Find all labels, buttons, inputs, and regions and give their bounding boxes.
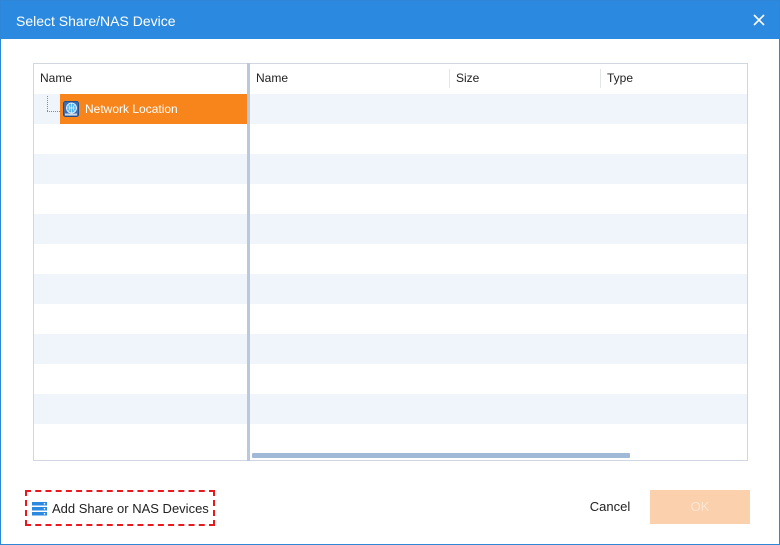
column-header-name[interactable]: Name: [250, 64, 449, 93]
title-bar: Select Share/NAS Device: [1, 1, 779, 39]
add-share-nas-button[interactable]: Add Share or NAS Devices: [25, 490, 215, 526]
column-header-size[interactable]: Size: [450, 64, 600, 93]
list-row: [250, 424, 747, 454]
tree-row: [34, 274, 248, 304]
list-row: [250, 214, 747, 244]
list-row: [250, 304, 747, 334]
tree-row: [34, 214, 248, 244]
list-row: [250, 394, 747, 424]
list-row: [250, 94, 747, 124]
tree-row: [34, 394, 248, 424]
network-globe-icon: [63, 101, 79, 117]
tree-row: [34, 244, 248, 274]
horizontal-scrollbar[interactable]: [250, 452, 747, 460]
share-list-panel: Name Size Type: [250, 63, 748, 461]
select-share-nas-dialog: Select Share/NAS Device Name Network Loc…: [0, 0, 780, 545]
tree-row: [34, 424, 248, 454]
list-row: [250, 124, 747, 154]
tree-connector-line: [47, 96, 48, 111]
list-row: [250, 334, 747, 364]
tree-row: [34, 124, 248, 154]
tree-row: [34, 154, 248, 184]
add-share-label: Add Share or NAS Devices: [52, 501, 209, 516]
window-title: Select Share/NAS Device: [16, 13, 176, 29]
list-row: [250, 154, 747, 184]
list-row: [250, 364, 747, 394]
tree-row: [34, 364, 248, 394]
close-button[interactable]: [739, 1, 779, 39]
tree-row: [34, 304, 248, 334]
tree-row: [34, 184, 248, 214]
server-stack-icon: [32, 502, 47, 516]
list-row: [250, 274, 747, 304]
ok-button[interactable]: OK: [650, 490, 750, 524]
list-row: [250, 184, 747, 214]
tree-connector-line: [47, 111, 60, 112]
tree-header-name[interactable]: Name: [34, 64, 248, 93]
cancel-button[interactable]: Cancel: [575, 490, 645, 524]
close-icon: [753, 14, 765, 26]
column-header-type[interactable]: Type: [601, 64, 747, 93]
tree-node-label: Network Location: [85, 102, 178, 116]
tree-row: [34, 334, 248, 364]
location-tree-panel: Name Network Location: [33, 63, 248, 461]
tree-node-network-location[interactable]: Network Location: [60, 94, 248, 124]
list-row: [250, 244, 747, 274]
scrollbar-thumb[interactable]: [252, 453, 630, 458]
